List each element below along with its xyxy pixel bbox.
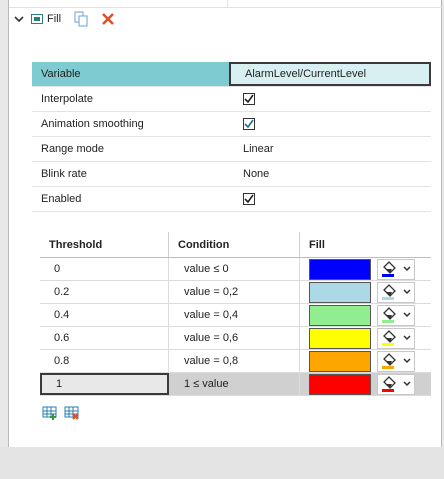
- threshold-table-header: Threshold Condition Fill: [40, 232, 431, 258]
- color-picker-button[interactable]: [377, 373, 415, 395]
- variable-value-field[interactable]: AlarmLevel/CurrentLevel: [229, 62, 431, 86]
- enabled-checkbox[interactable]: [243, 193, 255, 205]
- property-key: Animation smoothing: [41, 118, 144, 130]
- color-picker-button[interactable]: [377, 327, 415, 349]
- condition-cell: value = 0,4: [169, 304, 300, 326]
- threshold-cell[interactable]: 0.8: [40, 350, 169, 372]
- threshold-cell[interactable]: 0: [40, 258, 169, 280]
- paint-bucket-icon: [382, 330, 396, 346]
- interpolate-checkbox[interactable]: [243, 93, 255, 105]
- property-key: Range mode: [41, 143, 104, 155]
- copy-icon[interactable]: [73, 11, 89, 27]
- chevron-down-icon: [403, 266, 411, 272]
- property-key: Enabled: [41, 193, 82, 205]
- table-row[interactable]: 0 value ≤ 0: [40, 258, 431, 281]
- property-row-interpolate: Interpolate: [32, 87, 431, 112]
- threshold-cell[interactable]: 0.4: [40, 304, 169, 326]
- property-row-range-mode[interactable]: Range mode Linear: [32, 137, 431, 162]
- fill-cell: [300, 281, 431, 303]
- fill-panel: Fill Variable AlarmLevel/CurrentLevel In…: [8, 0, 443, 447]
- chevron-down-icon: [403, 289, 411, 295]
- property-row-enabled: Enabled: [32, 187, 431, 212]
- delete-icon[interactable]: [101, 12, 115, 26]
- condition-cell: 1 ≤ value: [169, 373, 300, 395]
- color-picker-button[interactable]: [377, 281, 415, 303]
- fill-cell: [300, 327, 431, 349]
- fill-cell: [300, 258, 431, 280]
- table-row[interactable]: 11 ≤ value: [40, 373, 431, 396]
- paint-bucket-icon: [382, 353, 396, 369]
- column-header-threshold[interactable]: Threshold: [40, 232, 169, 257]
- color-swatch[interactable]: [309, 327, 371, 349]
- chevron-down-icon: [403, 381, 411, 387]
- animation-smoothing-checkbox[interactable]: [243, 118, 255, 130]
- threshold-cell[interactable]: 0.6: [40, 327, 169, 349]
- color-swatch[interactable]: [309, 258, 371, 280]
- threshold-cell[interactable]: 1: [40, 373, 169, 395]
- fill-label: Fill: [47, 13, 62, 25]
- threshold-cell[interactable]: 0.2: [40, 281, 169, 303]
- color-picker-button[interactable]: [377, 304, 415, 326]
- color-swatch[interactable]: [309, 350, 371, 372]
- condition-cell: value = 0,6: [169, 327, 300, 349]
- color-swatch[interactable]: [309, 304, 371, 326]
- property-key: Variable: [32, 62, 229, 86]
- chevron-down-icon: [403, 335, 411, 341]
- threshold-table-body: 0 value ≤ 0 0.2 value = 0,2 0.4 value = 0,4 0.…: [40, 258, 431, 396]
- paint-bucket-icon: [382, 284, 396, 300]
- property-key: Interpolate: [41, 93, 93, 105]
- column-divider: [227, 0, 228, 8]
- table-row[interactable]: 0.2 value = 0,2: [40, 281, 431, 304]
- table-row[interactable]: 0.6 value = 0,6: [40, 327, 431, 350]
- chevron-down-icon[interactable]: [13, 13, 25, 25]
- delete-row-icon[interactable]: [64, 404, 80, 420]
- footer-bar: [0, 447, 444, 479]
- property-row-blink-rate[interactable]: Blink rate None: [32, 162, 431, 187]
- add-row-icon[interactable]: [42, 404, 58, 420]
- paint-bucket-icon: [382, 307, 396, 323]
- condition-cell: value = 0,2: [169, 281, 300, 303]
- color-swatch[interactable]: [309, 281, 371, 303]
- threshold-toolbar: [42, 404, 80, 420]
- color-picker-button[interactable]: [377, 258, 415, 280]
- paint-bucket-icon: [382, 261, 396, 277]
- blink-rate-value[interactable]: None: [229, 162, 431, 186]
- fill-cell: [300, 373, 431, 395]
- color-picker-button[interactable]: [377, 350, 415, 372]
- property-row-animation-smoothing: Animation smoothing: [32, 112, 431, 137]
- chevron-down-icon: [403, 358, 411, 364]
- property-row-variable[interactable]: Variable AlarmLevel/CurrentLevel: [32, 62, 431, 87]
- paint-bucket-icon: [382, 376, 396, 392]
- column-header-fill[interactable]: Fill: [300, 232, 431, 257]
- table-row[interactable]: 0.8 value = 0,8: [40, 350, 431, 373]
- color-swatch[interactable]: [309, 373, 371, 395]
- property-grid: Variable AlarmLevel/CurrentLevel Interpo…: [32, 62, 431, 212]
- condition-cell: value = 0,8: [169, 350, 300, 372]
- fill-cell: [300, 304, 431, 326]
- threshold-table: Threshold Condition Fill 0 value ≤ 0 0.2 va…: [40, 232, 431, 396]
- condition-cell: value ≤ 0: [169, 258, 300, 280]
- fill-toggle-icon[interactable]: [31, 14, 43, 24]
- column-header-condition[interactable]: Condition: [169, 232, 300, 257]
- range-mode-value[interactable]: Linear: [229, 137, 431, 161]
- table-row[interactable]: 0.4 value = 0,4: [40, 304, 431, 327]
- fill-cell: [300, 350, 431, 372]
- property-key: Blink rate: [41, 168, 87, 180]
- top-divider: [9, 0, 443, 8]
- fill-section-header: Fill: [13, 10, 115, 28]
- chevron-down-icon: [403, 312, 411, 318]
